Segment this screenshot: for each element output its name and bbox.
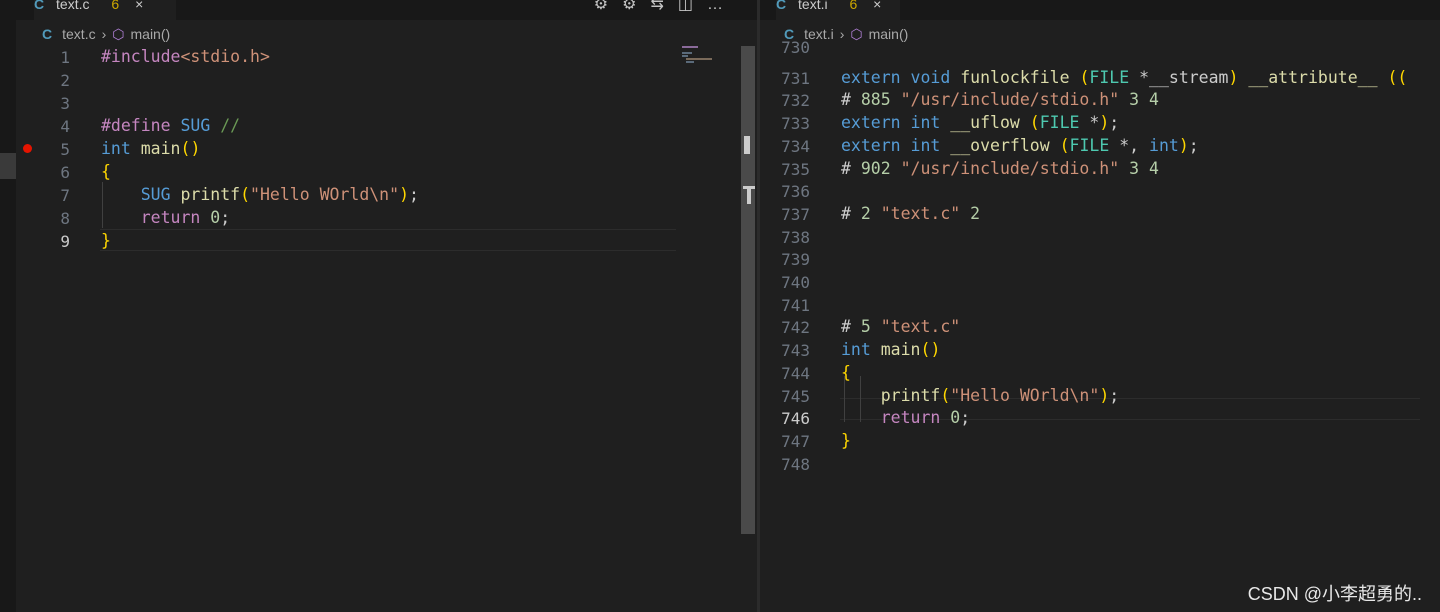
code-line-1[interactable]: #include<stdio.h>	[101, 47, 270, 66]
tab-label: text.c	[56, 0, 90, 12]
scrollbar-marker	[747, 186, 751, 204]
close-icon[interactable]: ×	[135, 0, 143, 12]
code-line-744[interactable]: {	[841, 363, 851, 382]
line-number: 7	[60, 186, 70, 205]
minimap[interactable]	[1424, 46, 1440, 566]
line-number: 1	[60, 48, 70, 67]
chevron-right-icon: ›	[839, 26, 845, 42]
activity-bar	[0, 0, 16, 612]
line-number: 5	[60, 140, 70, 159]
code-line-6[interactable]: {	[101, 162, 111, 181]
c-file-icon: C	[42, 26, 53, 42]
split-editor-icon[interactable]: ◫	[678, 0, 707, 13]
line-number: 734	[781, 136, 810, 156]
code-line-735[interactable]: # 902 "/usr/include/stdio.h" 3 4	[841, 159, 1159, 178]
line-number: 747	[781, 431, 810, 451]
line-number: 6	[60, 163, 70, 182]
code-line-745[interactable]: printf("Hello WOrld\n");	[841, 386, 1119, 405]
code-line-9[interactable]: }	[101, 231, 111, 250]
line-number: 742	[781, 318, 810, 338]
code-line-743[interactable]: int main()	[841, 340, 940, 359]
line-number: 733	[781, 114, 810, 134]
minimap-line	[686, 58, 712, 60]
more-icon[interactable]: …	[707, 0, 737, 13]
line-number: 4	[60, 117, 70, 136]
cube-icon: ⬡	[112, 25, 125, 42]
line-number: 740	[781, 273, 810, 292]
line-number: 748	[781, 454, 810, 474]
code-line-7[interactable]: SUG printf("Hello WOrld\n");	[101, 185, 419, 204]
line-number: 743	[781, 341, 810, 361]
line-number: 735	[781, 159, 810, 179]
gear-icon[interactable]: ⚙	[622, 0, 650, 13]
vertical-scrollbar[interactable]	[741, 46, 755, 534]
minimap-line	[682, 52, 692, 54]
left-editor-pane: C text.c 6 × ⚙⚙⇆◫… C text.c › ⬡ main() 1…	[16, 0, 757, 612]
line-number-active: 9	[60, 232, 70, 251]
minimap-line	[682, 55, 688, 57]
minimap-line	[682, 46, 698, 48]
code-line-4[interactable]: #define SUG //	[101, 116, 240, 135]
code-line-734[interactable]: extern int __overflow (FILE *, int);	[841, 136, 1199, 155]
close-icon[interactable]: ×	[873, 0, 881, 12]
tab-label: text.i	[798, 0, 828, 12]
scrollbar-marker	[744, 136, 750, 154]
right-tab-bar: C text.i 6 ×	[760, 0, 1440, 20]
compare-icon[interactable]: ⇆	[650, 0, 677, 13]
cube-icon: ⬡	[850, 25, 863, 42]
current-line-highlight	[100, 229, 676, 251]
tab-text-c[interactable]: C text.c 6 ×	[34, 0, 176, 20]
left-tab-bar: C text.c 6 × ⚙⚙⇆◫…	[16, 0, 757, 20]
chevron-right-icon: ›	[101, 26, 107, 42]
code-line-746[interactable]: return 0;	[841, 408, 970, 427]
line-number: 2	[60, 71, 70, 90]
code-line-733[interactable]: extern int __uflow (FILE *);	[841, 113, 1119, 132]
breadcrumb: C text.c › ⬡ main()	[42, 24, 170, 44]
line-number: 737	[781, 204, 810, 224]
code-line-731[interactable]: extern void funlockfile (FILE *__stream)…	[841, 68, 1407, 87]
code-line-732[interactable]: # 885 "/usr/include/stdio.h" 3 4	[841, 90, 1159, 109]
code-line-737[interactable]: # 2 "text.c" 2	[841, 204, 980, 223]
line-number: 732	[781, 91, 810, 111]
minimap[interactable]	[680, 46, 740, 76]
right-editor-pane: C text.i 6 × C text.i › ⬡ main() 730 731 e…	[760, 0, 1440, 612]
line-number: 730	[781, 38, 810, 57]
breadcrumb-symbol[interactable]: main()	[131, 26, 171, 42]
minimap-line	[686, 61, 694, 63]
line-number: 3	[60, 94, 70, 113]
breadcrumb-file[interactable]: text.c	[62, 26, 95, 42]
c-file-icon: C	[34, 0, 45, 12]
editor-actions: ⚙⚙⇆◫…	[594, 0, 737, 14]
line-number: 738	[781, 227, 810, 247]
problems-badge: 6	[849, 0, 858, 12]
code-line-5[interactable]: int main()	[101, 139, 200, 158]
code-line-8[interactable]: return 0;	[101, 208, 230, 227]
activity-highlight	[0, 153, 16, 179]
watermark-text: CSDN @小李超勇的..	[1247, 584, 1422, 604]
c-file-icon: C	[776, 0, 787, 12]
line-number: 739	[781, 250, 810, 270]
breadcrumb-symbol[interactable]: main()	[869, 26, 909, 42]
line-number: 745	[781, 386, 810, 406]
debug-icon[interactable]: ⚙	[594, 0, 622, 13]
line-number: 731	[781, 68, 810, 88]
tab-text-i[interactable]: C text.i 6 ×	[776, 0, 900, 20]
code-line-742[interactable]: # 5 "text.c"	[841, 317, 960, 336]
line-number: 744	[781, 363, 810, 383]
code-line-747[interactable]: }	[841, 431, 851, 450]
line-number: 736	[781, 182, 810, 202]
line-number: 746	[781, 409, 810, 429]
line-number: 741	[781, 295, 810, 315]
line-number: 8	[60, 209, 70, 228]
problems-badge: 6	[111, 0, 120, 12]
